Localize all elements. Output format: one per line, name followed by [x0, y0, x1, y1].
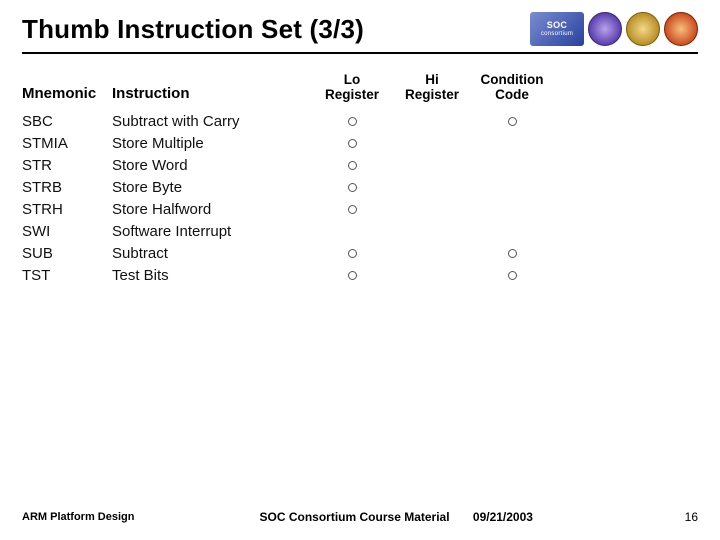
cell-hi [392, 198, 472, 220]
cell-cc [472, 110, 552, 132]
table-row: STRBStore Byte [22, 176, 698, 198]
cell-lo [312, 264, 392, 286]
seal-icon [626, 12, 660, 46]
table-row: STRStore Word [22, 154, 698, 176]
table-row: SWISoftware Interrupt [22, 220, 698, 242]
cell-instruction: Store Word [112, 154, 312, 176]
cell-instruction: Store Halfword [112, 198, 312, 220]
circle-icon [348, 139, 357, 148]
cell-cc [472, 198, 552, 220]
cell-mnemonic: STMIA [22, 132, 112, 154]
cell-mnemonic: STR [22, 154, 112, 176]
cell-cc [472, 154, 552, 176]
circle-icon [348, 205, 357, 214]
cell-mnemonic: SBC [22, 110, 112, 132]
cell-mnemonic: STRH [22, 198, 112, 220]
cell-cc [472, 220, 552, 242]
cell-cc [472, 176, 552, 198]
circle-icon [508, 249, 517, 258]
col-condition-code: ConditionCode [472, 72, 552, 110]
cell-instruction: Test Bits [112, 264, 312, 286]
table-row: STMIAStore Multiple [22, 132, 698, 154]
page-number: 16 [658, 510, 698, 524]
cell-mnemonic: TST [22, 264, 112, 286]
cell-instruction: Store Byte [112, 176, 312, 198]
cell-instruction: Software Interrupt [112, 220, 312, 242]
soc-consortium-logo: SOCconsortium [530, 12, 584, 46]
cell-hi [392, 220, 472, 242]
cell-lo [312, 110, 392, 132]
table-row: SUBSubtract [22, 242, 698, 264]
circle-icon [508, 117, 517, 126]
instruction-table: Mnemonic Instruction LoRegister HiRegist… [22, 72, 698, 286]
logo-row: SOCconsortium [530, 12, 698, 46]
page-title: Thumb Instruction Set (3/3) [22, 14, 364, 45]
cell-hi [392, 110, 472, 132]
circle-icon [348, 249, 357, 258]
cell-cc [472, 264, 552, 286]
circle-icon [348, 271, 357, 280]
table-row: SBCSubtract with Carry [22, 110, 698, 132]
divider [22, 52, 698, 54]
table-row: STRHStore Halfword [22, 198, 698, 220]
cell-hi [392, 132, 472, 154]
cell-lo [312, 220, 392, 242]
cell-lo [312, 176, 392, 198]
table-header-row: Mnemonic Instruction LoRegister HiRegist… [22, 72, 698, 110]
cell-instruction: Subtract [112, 242, 312, 264]
seal-icon [588, 12, 622, 46]
table-row: TSTTest Bits [22, 264, 698, 286]
cell-instruction: Subtract with Carry [112, 110, 312, 132]
cell-instruction: Store Multiple [112, 132, 312, 154]
table-body: SBCSubtract with CarrySTMIAStore Multipl… [22, 110, 698, 286]
cell-lo [312, 242, 392, 264]
col-hi-register: HiRegister [392, 72, 472, 110]
footer: ARM Platform Design SOC Consortium Cours… [0, 510, 720, 524]
cell-mnemonic: SWI [22, 220, 112, 242]
cell-hi [392, 176, 472, 198]
slide: Thumb Instruction Set (3/3) SOCconsortiu… [0, 0, 720, 540]
circle-icon [348, 183, 357, 192]
header: Thumb Instruction Set (3/3) SOCconsortiu… [22, 12, 698, 46]
cell-cc [472, 132, 552, 154]
circle-icon [348, 161, 357, 170]
cell-lo [312, 198, 392, 220]
cell-mnemonic: SUB [22, 242, 112, 264]
col-lo-register: LoRegister [312, 72, 392, 110]
cell-hi [392, 242, 472, 264]
col-instruction: Instruction [112, 72, 312, 110]
cell-lo [312, 154, 392, 176]
col-mnemonic: Mnemonic [22, 72, 112, 110]
circle-icon [508, 271, 517, 280]
cell-hi [392, 154, 472, 176]
cell-hi [392, 264, 472, 286]
cell-lo [312, 132, 392, 154]
seal-icon [664, 12, 698, 46]
circle-icon [348, 117, 357, 126]
cell-cc [472, 242, 552, 264]
footer-left: ARM Platform Design [22, 511, 134, 523]
cell-mnemonic: STRB [22, 176, 112, 198]
footer-middle: SOC Consortium Course Material 09/21/200… [134, 510, 658, 524]
